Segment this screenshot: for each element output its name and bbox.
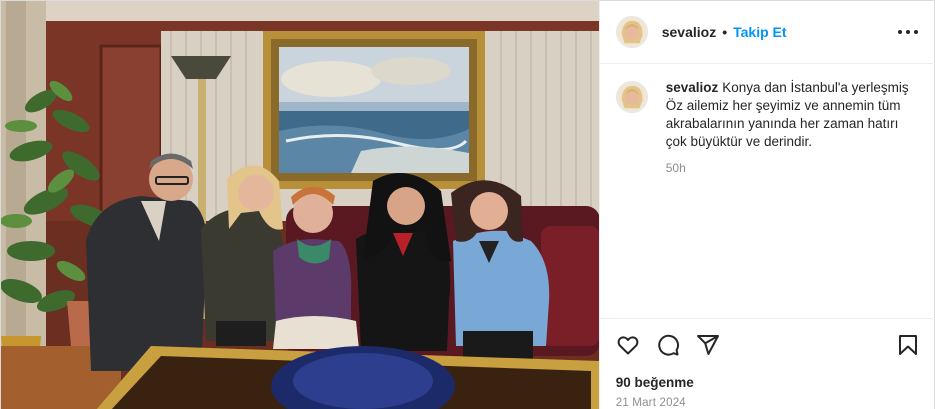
more-dot	[913, 30, 918, 34]
avatar-image	[616, 17, 647, 47]
caption-body: sevalioz Konya dan İstanbul'a yerleşmiş Ö…	[666, 79, 916, 175]
avatar[interactable]	[615, 81, 648, 113]
avatar[interactable]	[615, 16, 648, 48]
follow-button[interactable]: Takip Et	[733, 24, 786, 40]
post-details-panel: sevalioz • Takip Et sevalioz Konya dan İ…	[598, 1, 935, 409]
family-photo-image	[1, 1, 599, 409]
post-date[interactable]: 21 Mart 2024	[616, 397, 686, 409]
send-icon[interactable]	[696, 333, 720, 357]
caption-username-link[interactable]: sevalioz	[666, 80, 719, 95]
heart-icon[interactable]	[616, 333, 640, 357]
more-dot	[905, 30, 910, 34]
more-dot	[897, 30, 902, 34]
actions-bar: 90 beğenme 21 Mart 2024	[599, 318, 935, 409]
separator-dot: •	[722, 24, 728, 40]
post-photo[interactable]	[1, 1, 599, 409]
more-horizontal-icon[interactable]	[897, 22, 918, 42]
caption: sevalioz Konya dan İstanbul'a yerleşmiş Ö…	[615, 79, 920, 175]
instagram-post: sevalioz • Takip Et sevalioz Konya dan İ…	[0, 0, 935, 409]
username-link[interactable]: sevalioz	[662, 24, 716, 40]
caption-timestamp[interactable]: 50h	[666, 161, 916, 175]
likes-count[interactable]: 90 beğenme	[616, 375, 694, 390]
caption-text: sevalioz Konya dan İstanbul'a yerleşmiş Ö…	[666, 79, 916, 151]
action-buttons	[616, 333, 720, 357]
comment-icon[interactable]	[656, 333, 680, 357]
bookmark-icon[interactable]	[896, 333, 920, 357]
post-header: sevalioz • Takip Et	[599, 1, 935, 64]
avatar-image	[616, 82, 647, 112]
